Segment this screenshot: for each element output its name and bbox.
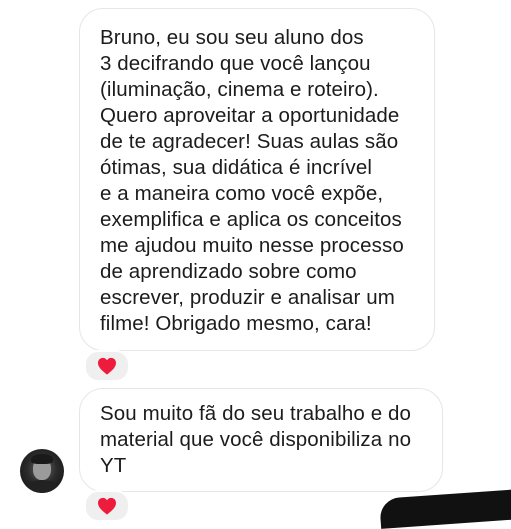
- message-text-line: Sou muito fã do seu trabalho e do: [100, 402, 412, 425]
- avatar[interactable]: [20, 449, 64, 493]
- message-bubble[interactable]: Sou muito fã do seu trabalho e do materi…: [79, 388, 443, 492]
- message-text-line: escrever, produzir e analisar um: [100, 286, 395, 309]
- message-text-line: ótimas, sua didática é incrível: [100, 156, 373, 179]
- message-reaction[interactable]: [84, 350, 130, 382]
- message-text-line: (iluminação, cinema e roteiro).: [100, 78, 379, 101]
- message-text-line: YT: [100, 454, 127, 477]
- message-text-line: 3 decifrando que você lançou: [100, 52, 371, 75]
- message-text-line: de aprendizado sobre como: [100, 260, 357, 283]
- heart-icon: [97, 357, 117, 375]
- message-text-line: filme! Obrigado mesmo, cara!: [100, 312, 372, 335]
- message-text-line: material que você disponibiliza no: [100, 428, 412, 451]
- avatar-hair: [31, 454, 53, 464]
- message-text-line: e a maneira como você expõe,: [100, 182, 384, 205]
- avatar-shoulders: [24, 480, 60, 493]
- message-text-line: de te agradecer! Suas aulas são: [100, 130, 399, 153]
- message-text-line: exemplifica e aplica os conceitos: [100, 208, 402, 231]
- heart-icon: [97, 497, 117, 515]
- message-text-line: Quero aproveitar a oportunidade: [100, 104, 400, 127]
- outgoing-message-edge: [379, 489, 511, 529]
- message-text-line: me ajudou muito nesse processo: [100, 234, 404, 257]
- message-bubble[interactable]: Bruno, eu sou seu aluno dos 3 decifrando…: [79, 8, 435, 351]
- message-reaction[interactable]: [84, 490, 130, 522]
- message-text-line: Bruno, eu sou seu aluno dos: [100, 26, 364, 49]
